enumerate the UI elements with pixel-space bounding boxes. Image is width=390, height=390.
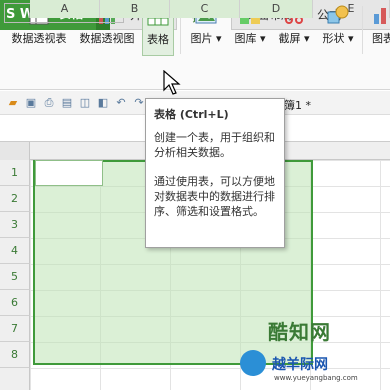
active-cell[interactable] <box>35 160 103 186</box>
preview-icon[interactable]: ◫ <box>78 96 92 110</box>
watermark-brand-secondary: 越羊际网 <box>272 357 328 373</box>
column-header[interactable]: D <box>240 0 313 18</box>
open-folder-icon[interactable]: ▰ <box>6 96 20 110</box>
column-header[interactable]: B <box>100 0 170 18</box>
format-painter-icon[interactable]: ◧ <box>96 96 110 110</box>
tooltip-description: 创建一个表，用于组织和分析相关数据。 <box>154 131 275 159</box>
watermark-brand: 酷知网 <box>268 320 331 344</box>
select-all-corner[interactable] <box>0 142 30 160</box>
shapes-label: 形状 ▾ <box>322 32 354 45</box>
print-icon[interactable]: ⎙ <box>42 96 56 110</box>
undo-icon[interactable]: ↶ <box>114 96 128 110</box>
column-header[interactable]: A <box>30 0 100 18</box>
document-tab-title[interactable]: 簿1 * <box>284 97 311 113</box>
row-header[interactable]: 7 <box>0 316 30 342</box>
row-header[interactable]: 4 <box>0 238 30 264</box>
row-header[interactable]: 5 <box>0 264 30 290</box>
table-tooltip: 表格 (Ctrl+L) 创建一个表，用于组织和分析相关数据。 通过使用表，可以方… <box>145 98 285 248</box>
row-header[interactable]: 8 <box>0 342 30 368</box>
watermark-url: www.yueyangbang.com <box>274 374 358 382</box>
row-header[interactable]: 1 <box>0 160 30 186</box>
watermark-logo <box>240 350 266 376</box>
row-header[interactable]: 6 <box>0 290 30 316</box>
save-icon[interactable]: ▣ <box>24 96 38 110</box>
row-header[interactable]: 2 <box>0 186 30 212</box>
tooltip-title: 表格 (Ctrl+L) <box>154 108 229 121</box>
column-header[interactable]: C <box>170 0 240 18</box>
tooltip-detail: 通过使用表，可以方便地对数据表中的数据进行排序、筛选和设置格式。 <box>154 175 275 218</box>
row-header-blank <box>0 368 30 390</box>
screenshot-label: 截屏 ▾ <box>278 32 310 45</box>
row-header[interactable]: 3 <box>0 212 30 238</box>
picture-label: 图片 ▾ <box>190 32 222 45</box>
column-header[interactable]: E <box>313 0 390 18</box>
print-preview-icon[interactable]: ▤ <box>60 96 74 110</box>
redo-icon[interactable]: ↷ <box>132 96 146 110</box>
mouse-cursor-icon <box>163 70 181 95</box>
gallery-label: 图库 ▾ <box>234 32 266 45</box>
